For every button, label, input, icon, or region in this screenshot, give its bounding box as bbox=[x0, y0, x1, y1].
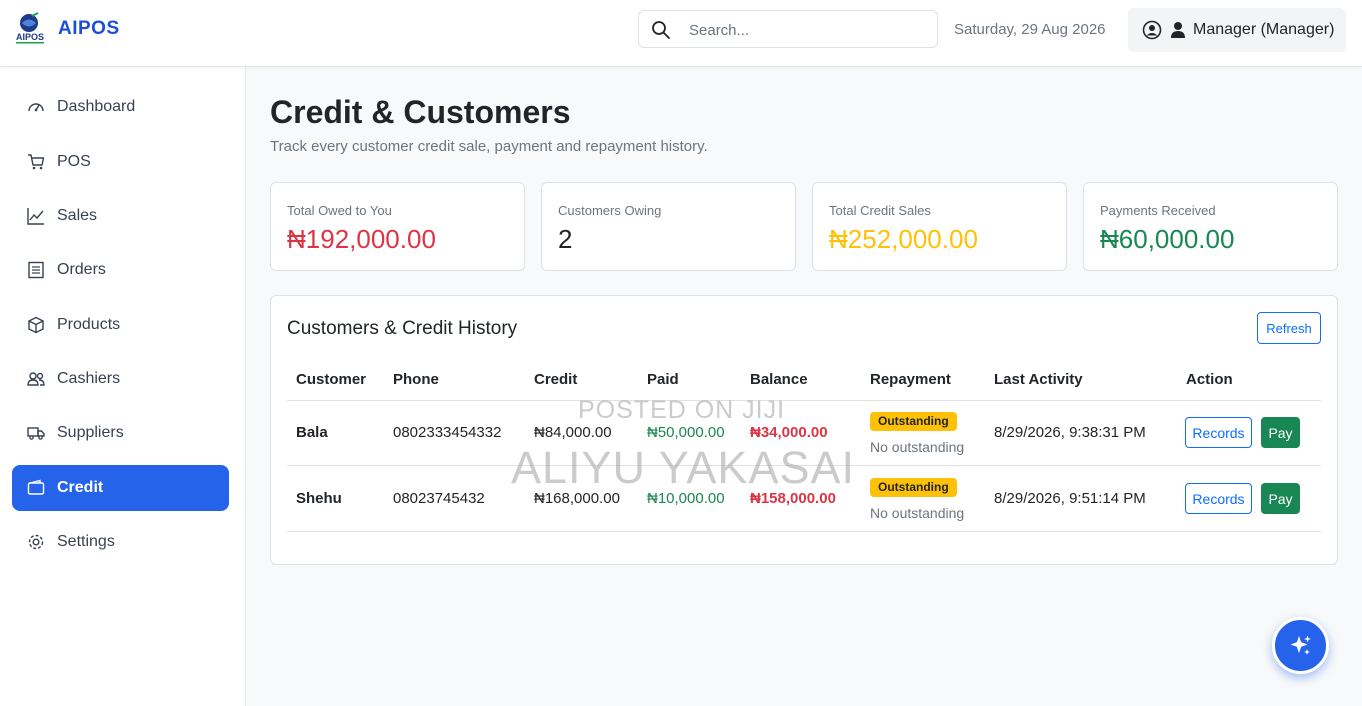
user-circle-icon bbox=[1142, 20, 1162, 40]
truck-icon bbox=[27, 427, 45, 440]
stat-label: Total Credit Sales bbox=[829, 203, 931, 218]
brand-name[interactable]: AIPOS bbox=[58, 18, 120, 40]
column-header: Phone bbox=[393, 371, 439, 388]
cell-paid: ₦50,000.00 bbox=[647, 424, 725, 441]
column-header: Action bbox=[1186, 371, 1233, 388]
sidebar-item-settings[interactable]: Settings bbox=[12, 519, 229, 565]
watermark-line-1: POSTED ON JIJI bbox=[578, 396, 786, 424]
pay-button[interactable]: Pay bbox=[1261, 417, 1300, 448]
column-header: Credit bbox=[534, 371, 578, 388]
cell-phone: 08023745432 bbox=[393, 490, 485, 507]
credit-history-card: Customers & Credit History Refresh Custo… bbox=[270, 295, 1338, 565]
stat-card-payments-received: Payments Received ₦60,000.00 bbox=[1083, 182, 1338, 271]
sidebar-item-suppliers[interactable]: Suppliers bbox=[12, 410, 229, 456]
repayment-note: No outstanding bbox=[870, 505, 965, 521]
sidebar-item-products[interactable]: Products bbox=[12, 302, 229, 348]
pay-button[interactable]: Pay bbox=[1261, 483, 1300, 514]
cart-icon bbox=[28, 154, 45, 170]
sidebar-item-credit[interactable]: Credit bbox=[12, 465, 229, 511]
column-header: Paid bbox=[647, 371, 679, 388]
sidebar-item-label: Suppliers bbox=[57, 424, 124, 441]
sidebar-item-label: Products bbox=[57, 316, 121, 333]
stat-card-customers-owing: Customers Owing 2 bbox=[541, 182, 796, 271]
cell-credit: ₦84,000.00 bbox=[534, 424, 612, 441]
sidebar-item-label: Orders bbox=[57, 261, 106, 278]
sidebar-item-label: Settings bbox=[57, 533, 115, 550]
sidebar-item-label: Cashiers bbox=[57, 370, 121, 387]
sidebar-item-pos[interactable]: POS bbox=[12, 139, 229, 185]
search-box[interactable] bbox=[638, 10, 938, 48]
user-icon bbox=[1171, 22, 1185, 38]
logo-text: AIPOS bbox=[16, 32, 44, 42]
refresh-button[interactable]: Refresh bbox=[1257, 312, 1321, 344]
current-date: Saturday, 29 Aug 2026 bbox=[954, 21, 1106, 38]
stat-label: Customers Owing bbox=[558, 203, 662, 218]
cell-last-activity: 8/29/2026, 9:38:31 PM bbox=[994, 424, 1146, 441]
box-icon bbox=[28, 316, 44, 334]
people-icon bbox=[27, 372, 45, 386]
stat-value: 2 bbox=[558, 224, 573, 254]
column-header: Repayment bbox=[870, 371, 951, 388]
aipos-logo[interactable]: AIPOS bbox=[12, 12, 48, 46]
watermark-line-2: ALIYU YAKASAI bbox=[511, 442, 855, 493]
column-header: Last Activity bbox=[994, 371, 1083, 388]
column-header: Balance bbox=[750, 371, 808, 388]
top-bar: AIPOS AIPOS Saturday, 29 Aug 2026 Manage… bbox=[0, 0, 1362, 67]
row-divider bbox=[287, 531, 1321, 532]
sidebar-item-dashboard[interactable]: Dashboard bbox=[12, 84, 229, 130]
cell-phone: 0802333454332 bbox=[393, 424, 502, 441]
status-badge: Outstanding bbox=[870, 412, 957, 431]
stat-label: Payments Received bbox=[1100, 203, 1216, 218]
stat-card-total-credit-sales: Total Credit Sales ₦252,000.00 bbox=[812, 182, 1067, 271]
stat-card-total-owed: Total Owed to You ₦192,000.00 bbox=[270, 182, 525, 271]
repayment-note: No outstanding bbox=[870, 439, 965, 455]
sidebar-item-cashiers[interactable]: Cashiers bbox=[12, 356, 229, 402]
column-header: Customer bbox=[296, 371, 367, 388]
records-button[interactable]: Records bbox=[1185, 483, 1252, 514]
sidebar-item-label: Sales bbox=[57, 207, 98, 224]
user-name: Manager (Manager) bbox=[1193, 21, 1335, 38]
search-input[interactable] bbox=[689, 19, 924, 41]
stat-value: ₦192,000.00 bbox=[287, 224, 436, 254]
sidebar-item-label: Credit bbox=[57, 479, 104, 496]
cell-customer: Bala bbox=[296, 424, 328, 441]
ai-assistant-button[interactable] bbox=[1272, 617, 1329, 674]
sidebar-item-orders[interactable]: Orders bbox=[12, 247, 229, 293]
stat-value: ₦252,000.00 bbox=[829, 224, 978, 254]
stat-label: Total Owed to You bbox=[287, 203, 392, 218]
line-chart-icon bbox=[27, 208, 44, 225]
cell-customer: Shehu bbox=[296, 490, 342, 507]
page-title: Credit & Customers bbox=[270, 94, 571, 130]
page-subtitle: Track every customer credit sale, paymen… bbox=[270, 138, 708, 155]
user-menu[interactable]: Manager (Manager) bbox=[1128, 8, 1346, 52]
status-badge: Outstanding bbox=[870, 478, 957, 497]
search-icon bbox=[652, 21, 670, 39]
row-divider bbox=[287, 400, 1321, 401]
sidebar-item-label: POS bbox=[57, 153, 91, 170]
sidebar-item-label: Dashboard bbox=[57, 98, 136, 115]
sidebar: Dashboard POS Sales Orders Products Cash… bbox=[0, 67, 246, 706]
wallet-icon bbox=[27, 479, 45, 495]
cell-balance: ₦34,000.00 bbox=[750, 424, 828, 441]
list-icon bbox=[28, 261, 44, 279]
card-title: Customers & Credit History bbox=[287, 318, 518, 339]
gauge-icon bbox=[28, 103, 44, 112]
cell-last-activity: 8/29/2026, 9:51:14 PM bbox=[994, 490, 1146, 507]
sparkle-icon bbox=[1290, 635, 1311, 655]
sidebar-item-sales[interactable]: Sales bbox=[12, 193, 229, 239]
records-button[interactable]: Records bbox=[1185, 417, 1252, 448]
stat-value: ₦60,000.00 bbox=[1100, 224, 1235, 254]
gear-icon bbox=[28, 534, 44, 550]
